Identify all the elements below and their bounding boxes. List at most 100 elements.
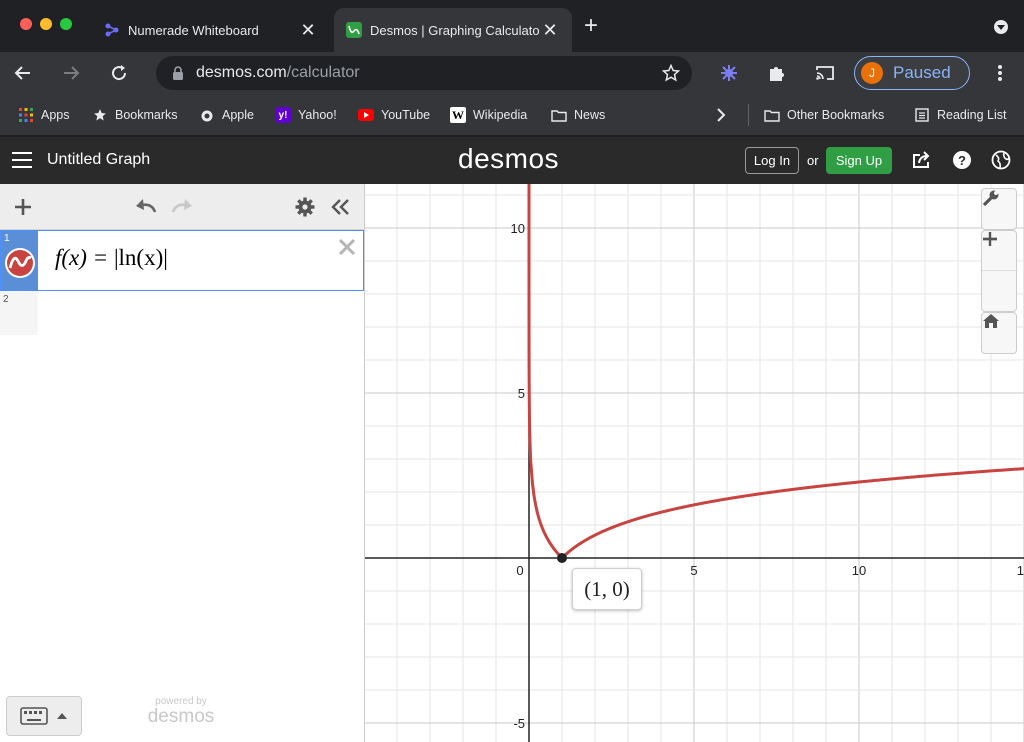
tab-numerade[interactable]: Numerade Whiteboard ✕: [92, 8, 330, 52]
desmos-logo: desmos: [458, 143, 560, 174]
bookmarks-divider: [748, 104, 749, 126]
x-tick-label: 5: [690, 563, 697, 578]
share-icon[interactable]: [910, 148, 934, 172]
undo-icon[interactable]: [133, 194, 159, 220]
folder-icon: [764, 107, 780, 123]
window-close-button[interactable]: [20, 18, 32, 30]
wikipedia-icon: W: [450, 107, 466, 123]
reading-list-button[interactable]: Reading List: [914, 106, 1007, 124]
login-button[interactable]: Log In: [745, 147, 799, 174]
bookmark-label: Bookmarks: [115, 108, 178, 122]
extension-icon[interactable]: [716, 60, 742, 86]
latex-lhs: f(x) =: [55, 245, 109, 270]
browser-menu-icon[interactable]: [987, 60, 1013, 86]
desmos-header: Untitled Graph desmos Log In or Sign Up …: [0, 137, 1024, 184]
bookmark-bookmarks[interactable]: Bookmarks: [92, 106, 178, 124]
bookmark-youtube[interactable]: YouTube: [358, 106, 430, 124]
expression-index: 2: [3, 294, 9, 305]
window-zoom-button[interactable]: [60, 18, 72, 30]
reload-icon[interactable]: [106, 60, 132, 86]
y-tick-label: 10: [511, 221, 525, 236]
cast-icon[interactable]: [812, 60, 838, 86]
window-minimize-button[interactable]: [40, 18, 52, 30]
wrench-icon[interactable]: [982, 189, 1018, 229]
x-tick-label: 0: [516, 563, 523, 578]
settings-gear-icon[interactable]: [292, 194, 318, 220]
browser-tab-bar: Numerade Whiteboard ✕ Desmos | Graphing …: [0, 0, 1024, 52]
star-icon: [92, 107, 108, 123]
youtube-icon: [358, 107, 374, 123]
close-tab-icon[interactable]: ✕: [298, 20, 318, 41]
globe-icon[interactable]: [989, 148, 1013, 172]
bookmark-apps[interactable]: Apps: [18, 106, 70, 124]
bookmark-wikipedia[interactable]: W Wikipedia: [450, 106, 527, 124]
delete-expression-icon[interactable]: [337, 237, 359, 259]
tab-search-icon[interactable]: [994, 20, 1008, 34]
tab-desmos[interactable]: Desmos | Graphing Calculator ✕: [334, 8, 572, 52]
hamburger-menu-icon[interactable]: [12, 152, 32, 168]
keypad-toggle-button[interactable]: [6, 696, 82, 736]
address-path: /calculator: [286, 64, 360, 81]
redo-icon[interactable]: [169, 194, 195, 220]
or-label: or: [807, 153, 819, 168]
graph-style-icon[interactable]: [5, 248, 35, 278]
numerade-icon: [104, 22, 120, 38]
bookmark-label: Other Bookmarks: [787, 108, 885, 122]
add-item-icon[interactable]: [10, 194, 36, 220]
folder-icon: [551, 107, 567, 123]
profile-button[interactable]: J Paused: [854, 56, 970, 90]
bookmark-label: Wikipedia: [473, 108, 528, 122]
bookmark-other-bookmarks[interactable]: Other Bookmarks: [764, 106, 884, 124]
puzzle-icon[interactable]: [764, 60, 790, 86]
powered-by-desmos: powered by desmos: [140, 696, 222, 727]
help-icon[interactable]: ?: [950, 148, 974, 172]
chevron-up-icon: [57, 713, 67, 719]
zoom-controls: [981, 230, 1018, 312]
y-tick-label: -5: [513, 716, 525, 731]
forward-icon[interactable]: [58, 60, 84, 86]
home-icon[interactable]: [982, 313, 1018, 353]
powered-by-logo: desmos: [147, 706, 215, 727]
bookmarks-bar: Apps Bookmarks Apple y! Yahoo! YouTube W…: [0, 94, 1024, 136]
latex-rhs: |ln(x)|: [113, 245, 168, 270]
expression-panel: 1 f(x) = |ln(x)| 2 powered by desmos: [0, 184, 365, 742]
bookmark-star-icon[interactable]: [662, 64, 680, 82]
bookmark-label: Reading List: [937, 108, 1007, 122]
function-curve: [527, 184, 1024, 560]
bookmark-apple[interactable]: Apple: [199, 106, 254, 124]
back-icon[interactable]: [10, 60, 36, 86]
collapse-panel-icon[interactable]: [328, 194, 354, 220]
bookmark-label: Apps: [41, 108, 70, 122]
bookmark-label: Apple: [222, 108, 254, 122]
bookmarks-overflow-chevron-icon[interactable]: [716, 106, 726, 124]
graph-paper[interactable]: 0 5 10 15 10 5 -5 (1, 0): [365, 184, 1024, 742]
expression-toolbar: [0, 184, 364, 230]
new-tab-button[interactable]: +: [584, 14, 598, 38]
graph-canvas[interactable]: 0 5 10 15 10 5 -5: [365, 184, 1024, 742]
home-view-group: [981, 312, 1017, 354]
bookmark-news[interactable]: News: [551, 106, 605, 124]
keyboard-icon: [20, 707, 48, 725]
expression-index: 1: [4, 233, 10, 244]
tab-title: Desmos | Graphing Calculator: [370, 22, 540, 38]
y-tick-label: 5: [518, 386, 525, 401]
zoom-out-icon[interactable]: [982, 237, 1018, 311]
desmos-tab-icon: [346, 22, 362, 38]
address-bar[interactable]: desmos.com/calculator: [156, 56, 692, 90]
bookmark-label: Yahoo!: [298, 108, 337, 122]
expression-row-2[interactable]: 2: [0, 291, 38, 335]
bookmark-yahoo[interactable]: y! Yahoo!: [275, 106, 337, 124]
browser-toolbar: desmos.com/calculator J Paused: [0, 52, 1024, 94]
graph-title[interactable]: Untitled Graph: [47, 151, 150, 169]
signup-button[interactable]: Sign Up: [826, 147, 892, 174]
expression-latex[interactable]: f(x) = |ln(x)|: [55, 245, 168, 271]
bookmark-label: YouTube: [381, 108, 431, 122]
address-host: desmos.com: [196, 64, 287, 81]
expression-row-1[interactable]: 1 f(x) = |ln(x)|: [0, 230, 364, 291]
svg-text:?: ?: [958, 153, 966, 168]
point-label: (1, 0): [572, 568, 642, 610]
reading-list-icon: [914, 107, 930, 123]
close-tab-icon[interactable]: ✕: [540, 20, 560, 41]
expression-tab[interactable]: 1: [1, 231, 38, 290]
graph-settings-group: [981, 188, 1017, 230]
